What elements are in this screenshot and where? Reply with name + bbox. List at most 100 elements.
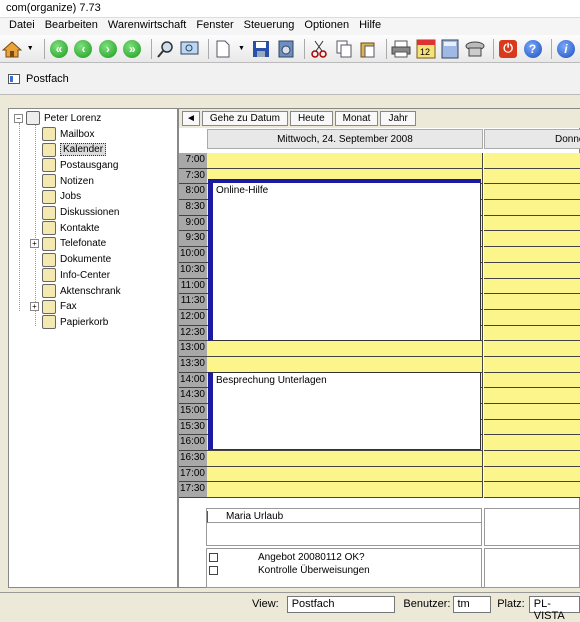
time-slot[interactable] (207, 482, 483, 499)
time-slot[interactable] (484, 372, 580, 389)
expand-icon[interactable]: + (30, 302, 39, 312)
toolbar-separator (43, 38, 45, 59)
time-slot[interactable] (207, 153, 483, 169)
prev-arrow-button[interactable]: ◄ (182, 111, 200, 126)
paste-icon[interactable] (358, 38, 378, 60)
time-slot[interactable] (484, 482, 580, 499)
expand-icon[interactable]: + (30, 239, 39, 249)
save-icon[interactable] (251, 38, 271, 60)
time-slot[interactable] (207, 466, 483, 483)
stop-icon[interactable]: ⏻ (498, 38, 518, 60)
mode-bar: Postfach (0, 63, 580, 95)
time-slot[interactable] (207, 341, 483, 357)
back-icon[interactable]: ‹ (73, 38, 93, 60)
time-slot[interactable] (484, 419, 580, 436)
time-slot[interactable] (484, 451, 580, 467)
menu-optionen[interactable]: Optionen (299, 18, 354, 35)
tree-item-kalender[interactable]: Kalender (42, 142, 107, 158)
postfach-icon (8, 73, 20, 84)
time-slot-label: 10:30 (179, 262, 207, 279)
tree-item-mailbox[interactable]: Mailbox (42, 126, 94, 142)
time-slot[interactable] (484, 435, 580, 452)
save-all-icon[interactable] (276, 38, 296, 60)
time-slot[interactable] (484, 325, 580, 342)
time-slot[interactable] (484, 356, 580, 373)
copy-icon[interactable] (333, 38, 353, 60)
menu-datei[interactable]: Datei (4, 18, 40, 35)
tree-item-fax[interactable]: + Fax (30, 299, 77, 315)
tree-item-postausgang[interactable]: Postausgang (42, 157, 118, 173)
time-slot[interactable] (484, 309, 580, 326)
time-slot[interactable] (484, 404, 580, 420)
time-slot[interactable] (484, 231, 580, 248)
tree-item-diskussionen[interactable]: Diskussionen (42, 205, 119, 221)
all-day-event[interactable]: Maria Urlaub (207, 511, 481, 523)
collapse-icon[interactable]: − (14, 113, 23, 123)
time-slot[interactable] (484, 262, 580, 279)
time-slot-label: 9:00 (179, 215, 207, 232)
menu-steuerung[interactable]: Steuerung (239, 18, 300, 35)
time-slot-label: 14:00 (179, 372, 207, 389)
help-icon[interactable]: ? (522, 38, 542, 60)
time-slot[interactable] (484, 341, 580, 357)
time-slot[interactable] (484, 294, 580, 310)
day-header[interactable]: Mittwoch, 24. September 2008 (207, 129, 483, 149)
all-day-area[interactable]: Maria Urlaub (206, 508, 482, 546)
task-row[interactable]: Kontrolle Überweisungen (209, 564, 370, 576)
time-slot[interactable] (484, 200, 580, 216)
forward-icon[interactable]: › (98, 38, 118, 60)
phone-icon[interactable] (464, 38, 485, 60)
time-slot[interactable] (207, 356, 483, 373)
cut-icon[interactable] (309, 38, 329, 60)
discussions-icon (42, 205, 56, 220)
time-slot[interactable] (484, 466, 580, 483)
task-checkbox[interactable] (209, 565, 218, 575)
new-document-icon[interactable] (213, 38, 233, 60)
tree-item-notizen[interactable]: Notizen (42, 173, 94, 189)
menu-bar: Datei Bearbeiten Warenwirtschaft Fenster… (0, 18, 580, 35)
time-slot[interactable] (484, 247, 580, 263)
menu-bearbeiten[interactable]: Bearbeiten (40, 18, 103, 35)
calculator-icon[interactable] (440, 38, 460, 60)
new-dropdown-icon[interactable]: ▼ (238, 38, 245, 60)
tree-item-label: Dokumente (60, 254, 112, 266)
tree-item-jobs[interactable]: Jobs (42, 189, 81, 205)
home-dropdown-icon[interactable]: ▼ (26, 38, 34, 60)
year-button[interactable]: Jahr (380, 111, 416, 126)
month-button[interactable]: Monat (334, 111, 379, 126)
print-icon[interactable] (391, 38, 411, 60)
search-icon[interactable] (155, 38, 175, 60)
time-slot[interactable] (484, 278, 580, 295)
time-slot[interactable] (484, 168, 580, 185)
tree-item-info-center[interactable]: Info-Center (42, 267, 110, 283)
today-button[interactable]: Heute (289, 111, 333, 126)
tree-root[interactable]: − Peter Lorenz (14, 110, 101, 126)
time-slot[interactable] (484, 388, 580, 404)
appointment[interactable]: Besprechung Unterlagen (208, 372, 481, 450)
tree-item-kontakte[interactable]: Kontakte (42, 220, 99, 236)
first-icon[interactable]: « (49, 38, 69, 60)
menu-fenster[interactable]: Fenster (191, 18, 238, 35)
preview-icon[interactable] (180, 38, 200, 60)
time-slot[interactable] (484, 215, 580, 232)
time-slot[interactable] (484, 184, 580, 201)
next-day-grid[interactable] (484, 153, 580, 499)
last-icon[interactable]: » (122, 38, 142, 60)
time-slot[interactable] (207, 451, 483, 467)
next-day-header[interactable]: Donne (484, 129, 580, 149)
time-slot[interactable] (484, 153, 580, 169)
tree-item-dokumente[interactable]: Dokumente (42, 252, 111, 268)
date-calendar-icon[interactable]: 12 (416, 38, 436, 60)
task-checkbox[interactable] (209, 552, 218, 562)
menu-warenwirtschaft[interactable]: Warenwirtschaft (103, 18, 191, 35)
menu-hilfe[interactable]: Hilfe (354, 18, 386, 35)
task-row[interactable]: Angebot 20080112 OK? (209, 551, 365, 563)
all-day-area-next[interactable] (484, 508, 580, 546)
info-icon[interactable]: i (556, 38, 576, 60)
tree-item-telefonate[interactable]: + Telefonate (30, 236, 106, 252)
appointment[interactable]: Online-Hilfe (208, 179, 481, 341)
home-icon[interactable] (2, 38, 23, 60)
goto-date-button[interactable]: Gehe zu Datum (201, 111, 288, 126)
tree-item-aktenschrank[interactable]: Aktenschrank (42, 283, 121, 299)
tree-item-papierkorb[interactable]: Papierkorb (42, 314, 108, 330)
